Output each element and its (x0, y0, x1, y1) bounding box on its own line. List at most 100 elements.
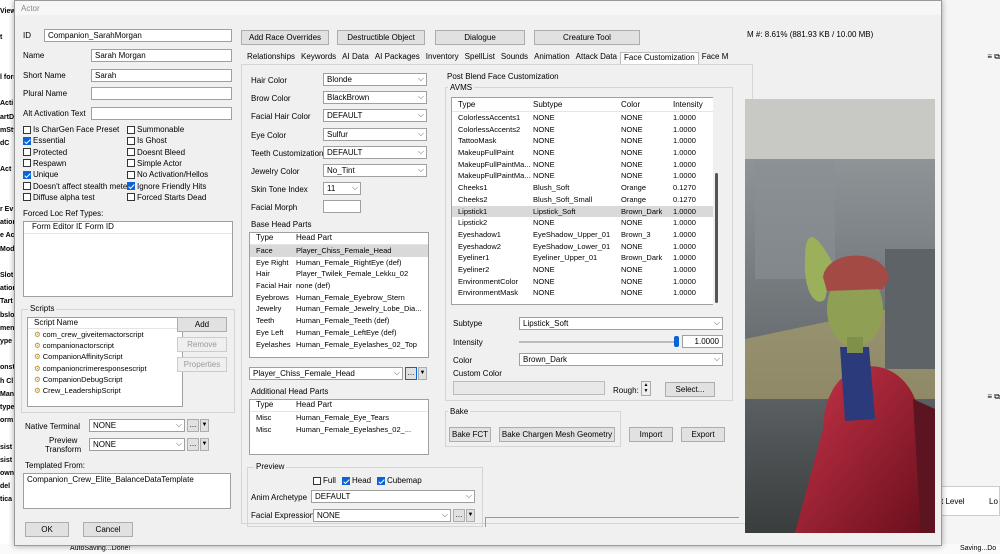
additional-head-col-part[interactable]: Head Part (293, 400, 332, 411)
tab-inventory[interactable]: Inventory (423, 52, 462, 64)
script-row[interactable]: ⚙ CompanionDebugScript (28, 374, 182, 385)
flag-checkbox[interactable]: Is Ghost (127, 136, 167, 145)
full-checkbox-box[interactable] (313, 476, 321, 485)
avms-row[interactable]: Cheeks2 Blush_Soft_Small Orange 0.1270 (452, 194, 720, 206)
script-row[interactable]: ⚙ Crew_LeadershipScript (28, 385, 182, 396)
facial-morph-field[interactable] (323, 200, 361, 214)
scripts-list[interactable]: Script Name ⚙ com_crew_giveitemactorscrip… (27, 317, 183, 407)
avms-col-color[interactable]: Color (618, 98, 670, 111)
head-part-row[interactable]: Jewelry Human_Female_Jewelry_Lobe_Dia... (250, 303, 428, 315)
preview-transform-browse-button[interactable]: ... (187, 438, 199, 451)
color-select[interactable]: Brown_Dark ⌵ (519, 353, 723, 366)
panel-menu-icon[interactable]: ≡ ⧉ (940, 52, 1000, 64)
creature-tool-button[interactable]: Creature Tool (534, 30, 640, 45)
flag-checkbox-box[interactable] (127, 159, 135, 168)
bake-fct-button[interactable]: Bake FCT (449, 427, 491, 442)
flag-checkbox[interactable]: Respawn (23, 159, 66, 168)
native-terminal-select[interactable]: NONE ⌵ (89, 419, 185, 432)
flag-checkbox[interactable]: Unique (23, 170, 58, 179)
head-part-menu-icon[interactable]: ▼ (418, 367, 427, 380)
tab-animation[interactable]: Animation (531, 52, 573, 64)
avms-row[interactable]: Cheeks1 Blush_Soft Orange 0.1270 (452, 182, 720, 194)
base-head-col-part[interactable]: Head Part (293, 233, 332, 244)
flag-checkbox-box[interactable] (23, 193, 31, 202)
add-script-button[interactable]: Add (177, 317, 227, 332)
forced-loc-col-editor-id[interactable]: Form Editor ID (24, 222, 82, 233)
facial-expression-select[interactable]: NONE ⌵ (313, 509, 451, 522)
head-part-row[interactable]: Eyebrows Human_Female_Eyebrow_Stern (250, 292, 428, 304)
head-part-row[interactable]: Face Player_Chiss_Female_Head (250, 245, 428, 257)
subtype-select[interactable]: Lipstick_Soft ⌵ (519, 317, 723, 330)
flag-checkbox[interactable]: Essential (23, 136, 65, 145)
head-part-row[interactable]: Eyelashes Human_Female_Eyelashes_02_Top (250, 339, 428, 351)
short-name-field[interactable]: Sarah (91, 69, 232, 82)
script-row[interactable]: ⚙ CompanionAffinityScript (28, 351, 182, 362)
tab-sounds[interactable]: Sounds (498, 52, 531, 64)
hair-color-select[interactable]: Blonde ⌵ (323, 73, 427, 86)
forced-loc-list[interactable]: Form Editor ID Form ID (23, 221, 233, 297)
avms-row[interactable]: Lipstick2 NONE NONE 1.0000 (452, 217, 720, 229)
native-terminal-browse-button[interactable]: ... (187, 419, 199, 432)
intensity-slider-track[interactable] (519, 341, 677, 343)
flag-checkbox[interactable]: Diffuse alpha test (23, 193, 95, 202)
avms-list[interactable]: Type Subtype Color Intensity ColorlessAc… (451, 97, 721, 305)
panel-menu-icon-2[interactable]: ≡ ⧉ (940, 392, 1000, 404)
base-head-parts-list[interactable]: Type Head Part Face Player_Chiss_Female_He… (249, 232, 429, 358)
native-terminal-menu-icon[interactable]: ▼ (200, 419, 209, 432)
flag-checkbox-box[interactable] (127, 136, 135, 145)
facial-expression-browse-button[interactable]: ... (453, 509, 465, 522)
preview-transform-select[interactable]: NONE ⌵ (89, 438, 185, 451)
tab-face-customization[interactable]: Face Customization (620, 52, 699, 64)
intensity-field[interactable]: 1.0000 (682, 335, 723, 348)
head-part-row[interactable]: Misc Human_Female_Eye_Tears (250, 412, 428, 424)
avms-row[interactable]: EnvironmentColor NONE NONE 1.0000 (452, 276, 720, 288)
avms-row[interactable]: Lipstick1 Lipstick_Soft Brown_Dark 1.0000 (452, 205, 720, 218)
teeth-select[interactable]: DEFAULT ⌵ (323, 145, 427, 159)
add-race-overrides-button[interactable]: Add Race Overrides (241, 30, 329, 45)
avms-row[interactable]: MakeupFullPaint NONE NONE 1.0000 (452, 147, 720, 159)
flag-checkbox-box[interactable] (127, 148, 135, 157)
avms-col-subtype[interactable]: Subtype (530, 98, 618, 111)
destructible-object-button[interactable]: Destructible Object (337, 30, 425, 45)
avms-row[interactable]: Eyeliner1 Eyeliner_Upper_01 Brown_Dark 1.00… (452, 252, 720, 264)
flag-checkbox[interactable]: Summonable (127, 125, 184, 134)
plural-name-field[interactable] (91, 87, 232, 100)
templated-from-field[interactable]: Companion_Crew_Elite_BalanceDataTemplate (23, 473, 231, 509)
flag-checkbox[interactable]: Ignore Friendly Hits (127, 182, 206, 191)
facial-hair-select[interactable]: DEFAULT ⌵ (323, 109, 427, 123)
head-part-browse-button[interactable]: ... (405, 367, 417, 380)
flag-checkbox-box[interactable] (127, 193, 135, 202)
avms-row[interactable]: Eyeliner2 NONE NONE 1.0000 (452, 264, 720, 276)
forced-loc-col-form-id[interactable]: Form ID (82, 222, 182, 233)
name-field[interactable]: Sarah Morgan (91, 49, 232, 62)
flag-checkbox[interactable]: Simple Actor (127, 159, 182, 168)
head-part-row[interactable]: Facial Hair none (def) (250, 280, 428, 292)
additional-head-col-type[interactable]: Type (250, 400, 293, 411)
tab-attack-data[interactable]: Attack Data (573, 52, 620, 64)
export-button[interactable]: Export (681, 427, 725, 442)
tab-ai-data[interactable]: AI Data (339, 52, 372, 64)
avms-row[interactable]: ColorlessAccents1 NONE NONE 1.0000 (452, 112, 720, 124)
head-checkbox[interactable]: Head (342, 476, 371, 485)
tab-relationships[interactable]: Relationships (244, 52, 298, 64)
character-preview-viewport[interactable] (745, 99, 935, 533)
flag-checkbox-box[interactable] (23, 136, 31, 145)
head-part-row[interactable]: Eye Right Human_Female_RightEye (def) (250, 257, 428, 269)
flag-checkbox[interactable]: Is CharGen Face Preset (23, 125, 119, 134)
anim-archetype-select[interactable]: DEFAULT ⌵ (311, 490, 475, 503)
avms-row[interactable]: MakeupFullPaintMa... NONE NONE 1.0000 (452, 159, 720, 171)
avms-scrollbar[interactable] (713, 97, 721, 305)
script-row[interactable]: ⚙ com_crew_giveitemactorscript (28, 329, 182, 340)
tab-ai-packages[interactable]: AI Packages (372, 52, 423, 64)
rough-spinner[interactable]: ▲ ▼ (641, 381, 651, 396)
avms-row[interactable]: TattooMask NONE NONE 1.0000 (452, 135, 720, 147)
jewelry-select[interactable]: No_Tint ⌵ (323, 164, 427, 177)
cubemap-checkbox-box[interactable] (377, 476, 385, 485)
full-checkbox[interactable]: Full (313, 476, 336, 485)
head-part-row[interactable]: Hair Player_Twilek_Female_Lekku_02 (250, 268, 428, 280)
avms-row[interactable]: MakeupFullPaintMa... NONE NONE 1.0000 (452, 170, 720, 182)
intensity-slider-thumb[interactable] (674, 336, 679, 347)
base-head-col-type[interactable]: Type (250, 233, 293, 244)
flag-checkbox-box[interactable] (127, 125, 135, 134)
script-row[interactable]: ⚙ companionactorscript (28, 340, 182, 351)
